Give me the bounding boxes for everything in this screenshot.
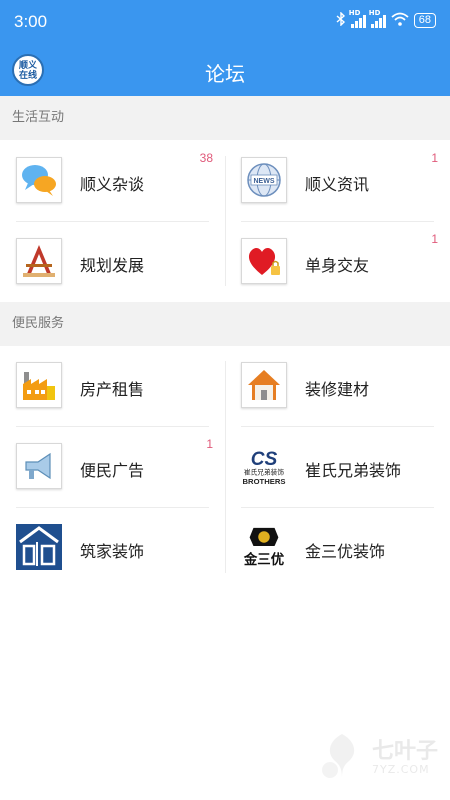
chat-bubbles-icon	[16, 157, 62, 203]
drafting-tools-icon	[16, 238, 62, 284]
forum-item-shunyi-chat[interactable]: 顺义杂谈 38	[0, 140, 225, 221]
signal-icon-2: HD	[369, 9, 386, 28]
forum-item-label: 便民广告	[80, 461, 145, 480]
forum-item-label: 装修建材	[305, 380, 370, 399]
leaf-logo-icon	[316, 730, 368, 786]
brothers-logo-top-text: 崔氏兄弟装饰	[244, 468, 284, 477]
section-header-services: 便民服务	[0, 302, 450, 346]
brothers-logo-bottom-text: BROTHERS	[243, 477, 286, 486]
forum-item-shunyi-news[interactable]: NEWS 顺义资讯 1	[225, 140, 450, 221]
forum-item-real-estate[interactable]: 房产租售	[0, 345, 225, 426]
unread-badge: 1	[431, 151, 438, 165]
heart-lock-icon	[241, 238, 287, 284]
svg-text:CS: CS	[251, 449, 278, 470]
watermark-text-block: 七叶子 7YZ.COM	[371, 738, 438, 776]
wifi-icon	[391, 12, 409, 29]
column-divider	[225, 361, 226, 573]
forum-item-label: 顺义杂谈	[80, 175, 145, 194]
zhujia-logo-icon	[16, 524, 62, 570]
status-icons: HD HD 68	[336, 9, 436, 29]
unread-badge: 38	[199, 151, 213, 165]
factory-icon	[16, 362, 62, 408]
forum-item-label: 单身交友	[305, 256, 370, 275]
forum-item-label: 金三优装饰	[305, 542, 386, 561]
column-divider	[225, 156, 226, 286]
forum-item-decoration-materials[interactable]: 装修建材	[225, 345, 450, 426]
bluetooth-icon	[336, 11, 346, 29]
unread-badge: 1	[431, 232, 438, 246]
forum-item-label: 筑家装饰	[80, 542, 145, 561]
battery-icon: 68	[413, 13, 436, 28]
forum-item-zhujia[interactable]: 筑家装饰	[0, 507, 225, 588]
forum-item-label: 房产租售	[80, 380, 145, 399]
page-title: 论坛	[205, 62, 245, 86]
forum-item-planning[interactable]: 规划发展	[0, 221, 225, 302]
house-icon	[241, 362, 287, 408]
forum-item-ads[interactable]: 便民广告 1	[0, 426, 225, 507]
app-bar: 顺义 在线 论坛	[0, 46, 450, 96]
status-time: 3:00	[14, 12, 48, 31]
section-header-life: 生活互动	[0, 96, 450, 140]
watermark-text: 七叶子	[371, 738, 438, 764]
jinsanyou-logo-icon: 金三优	[241, 524, 287, 570]
news-globe-icon: NEWS	[241, 157, 287, 203]
signal-icon: HD	[349, 9, 366, 28]
forum-item-cui-brothers[interactable]: CS 崔氏兄弟装饰 BROTHERS 崔氏兄弟装饰	[225, 426, 450, 507]
svg-text:NEWS: NEWS	[254, 178, 275, 185]
watermark-sub: 7YZ.COM	[371, 762, 430, 776]
forum-item-jinsanyou[interactable]: 金三优 金三优装饰	[225, 507, 450, 588]
forum-item-label: 顺义资讯	[305, 175, 370, 194]
brothers-logo-icon: CS 崔氏兄弟装饰 BROTHERS	[241, 443, 287, 489]
status-bar: 3:00 HD HD 68	[0, 0, 450, 46]
forum-item-label: 规划发展	[80, 256, 145, 275]
forum-item-singles[interactable]: 单身交友 1	[225, 221, 450, 302]
megaphone-icon	[16, 443, 62, 489]
watermark: 七叶子 7YZ.COM	[316, 730, 438, 786]
unread-badge: 1	[206, 437, 213, 451]
forum-item-label: 崔氏兄弟装饰	[305, 461, 402, 480]
jinsanyou-logo-text: 金三优	[243, 551, 285, 568]
